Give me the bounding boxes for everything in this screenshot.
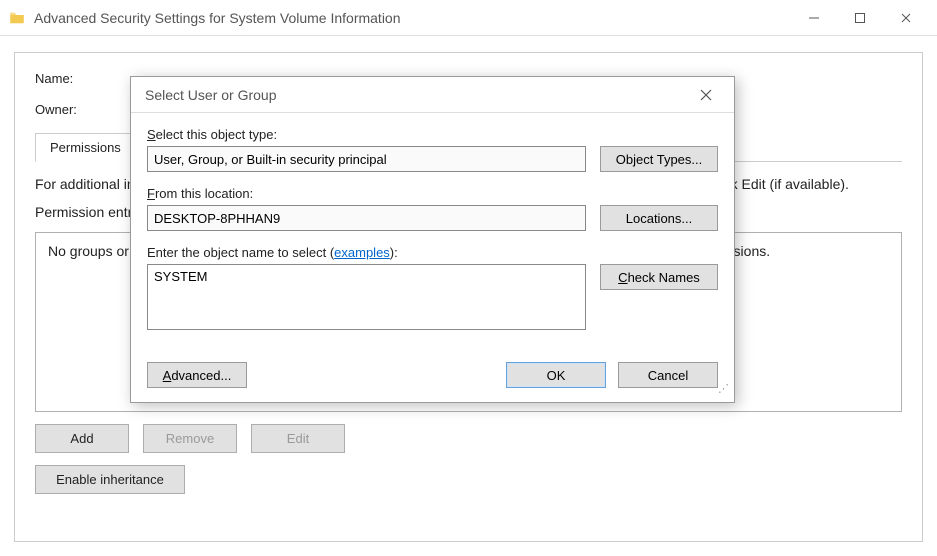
object-types-button[interactable]: Object Types... — [600, 146, 718, 172]
dialog-close-button[interactable] — [692, 81, 720, 109]
add-button[interactable]: Add — [35, 424, 129, 453]
minimize-button[interactable] — [791, 0, 837, 36]
object-type-field[interactable] — [147, 146, 586, 172]
ok-button[interactable]: OK — [506, 362, 606, 388]
select-user-or-group-dialog: Select User or Group Select this object … — [130, 76, 735, 403]
location-label: From this location: — [147, 186, 718, 201]
object-type-label: Select this object type: — [147, 127, 718, 142]
object-name-input[interactable]: SYSTEM — [147, 264, 586, 330]
advanced-button[interactable]: Advanced... — [147, 362, 247, 388]
dialog-title: Select User or Group — [145, 87, 277, 103]
dialog-titlebar: Select User or Group — [131, 77, 734, 113]
window-titlebar: Advanced Security Settings for System Vo… — [0, 0, 937, 36]
edit-button: Edit — [251, 424, 345, 453]
enter-object-name-label: Enter the object name to select (example… — [147, 245, 718, 260]
remove-button: Remove — [143, 424, 237, 453]
name-label: Name: — [35, 71, 141, 86]
resize-grip-icon[interactable]: ⋰ — [718, 386, 730, 398]
owner-label: Owner: — [35, 102, 141, 117]
location-field[interactable] — [147, 205, 586, 231]
window-title: Advanced Security Settings for System Vo… — [34, 10, 791, 26]
cancel-button[interactable]: Cancel — [618, 362, 718, 388]
maximize-button[interactable] — [837, 0, 883, 36]
tab-permissions[interactable]: Permissions — [35, 133, 136, 162]
folder-icon — [8, 9, 26, 27]
locations-button[interactable]: Locations... — [600, 205, 718, 231]
examples-link[interactable]: examples — [334, 245, 390, 260]
enable-inheritance-button[interactable]: Enable inheritance — [35, 465, 185, 494]
close-button[interactable] — [883, 0, 929, 36]
check-names-button[interactable]: Check Names — [600, 264, 718, 290]
